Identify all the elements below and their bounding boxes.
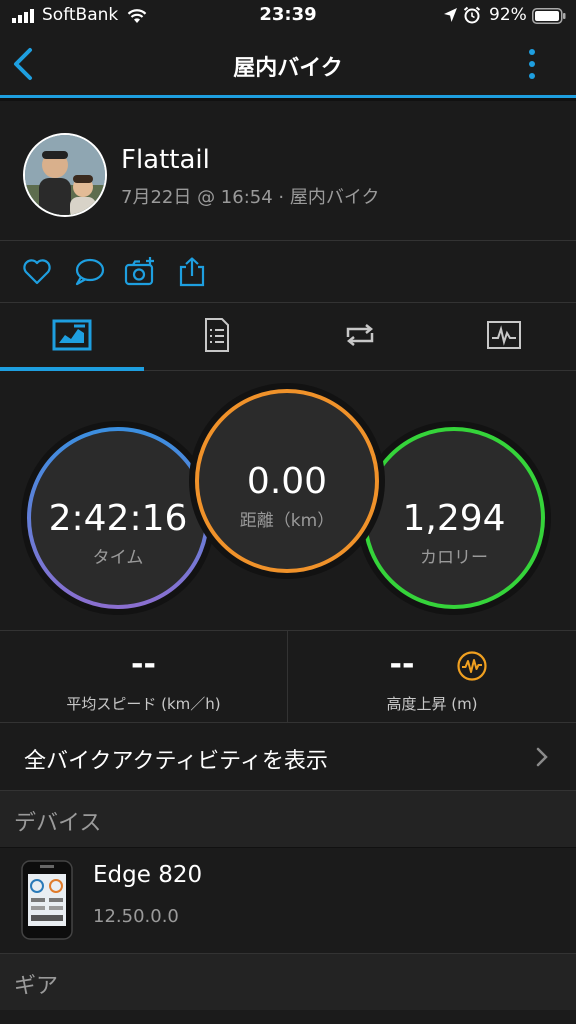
graph-icon (487, 321, 521, 349)
show-all-bike-activities[interactable]: 全バイクアクティビティを表示 (0, 723, 576, 791)
elevation-value: -- (389, 647, 415, 682)
tab-details[interactable] (144, 303, 288, 371)
chevron-right-icon (536, 747, 548, 767)
share-icon[interactable] (176, 256, 208, 288)
distance-metric[interactable]: 0.00 距離（km） (197, 461, 377, 531)
section-header-gear: ギア (0, 954, 576, 1010)
distance-label: 距離（km） (239, 511, 335, 531)
battery-icon (532, 8, 566, 24)
elevation-chart-icon[interactable] (456, 650, 488, 682)
time-value: 2:42:16 (48, 498, 188, 539)
status-bar: SoftBank 23:39 92% (0, 0, 576, 32)
device-version: 12.50.0.0 (93, 906, 179, 927)
tab-laps[interactable] (288, 303, 432, 371)
heart-icon[interactable] (21, 256, 53, 288)
activity-header: Flattail 7月22日 @ 16:54 · 屋内バイク (0, 101, 576, 241)
location-icon (444, 8, 457, 22)
time-label: タイム (92, 548, 144, 568)
secondary-stats: -- 平均スピード (km／h) -- 高度上昇 (m) (0, 631, 576, 723)
gear-list (0, 1010, 576, 1024)
user-name[interactable]: Flattail (121, 145, 210, 175)
laps-icon (346, 324, 374, 346)
add-photo-icon[interactable] (124, 256, 156, 288)
elevation-label: 高度上昇 (m) (386, 695, 478, 713)
avg-speed-value: -- (131, 647, 156, 682)
summary-metrics: 2:42:16 タイム 1,294 カロリー 0.00 距離（km） (0, 371, 576, 631)
section-title: デバイス (14, 811, 102, 836)
stats-chart-icon (52, 319, 92, 351)
calories-value: 1,294 (402, 498, 506, 539)
elevation-stat: -- 高度上昇 (m) (287, 631, 576, 723)
page-title: 屋内バイク (233, 56, 343, 81)
action-bar (0, 241, 576, 303)
calories-label: カロリー (420, 548, 488, 568)
section-header-devices: デバイス (0, 791, 576, 847)
comment-icon[interactable] (73, 256, 105, 288)
activity-meta: 7月22日 @ 16:54 · 屋内バイク (121, 187, 380, 208)
avg-speed-stat: -- 平均スピード (km／h) (0, 631, 287, 723)
section-title: ギア (14, 974, 59, 999)
alarm-icon (463, 6, 481, 24)
battery-percent: 92% (489, 5, 527, 25)
avatar-photo (25, 135, 105, 215)
distance-value: 0.00 (246, 461, 328, 502)
details-list-icon (205, 318, 229, 352)
tab-graphs[interactable] (432, 303, 576, 371)
calories-metric[interactable]: 1,294 カロリー (364, 498, 544, 568)
tab-bar (0, 303, 576, 371)
nav-bar: 屋内バイク (0, 32, 576, 98)
tab-stats[interactable] (0, 303, 144, 371)
avatar[interactable] (23, 133, 107, 217)
device-name: Edge 820 (93, 862, 203, 888)
show-all-label: 全バイクアクティビティを表示 (24, 749, 328, 774)
time-metric[interactable]: 2:42:16 タイム (28, 498, 208, 568)
device-row[interactable]: Edge 820 12.50.0.0 (0, 848, 576, 954)
avg-speed-label: 平均スピード (km／h) (66, 695, 221, 713)
edge-820-device-image (21, 860, 73, 940)
more-options-icon[interactable] (520, 46, 544, 82)
